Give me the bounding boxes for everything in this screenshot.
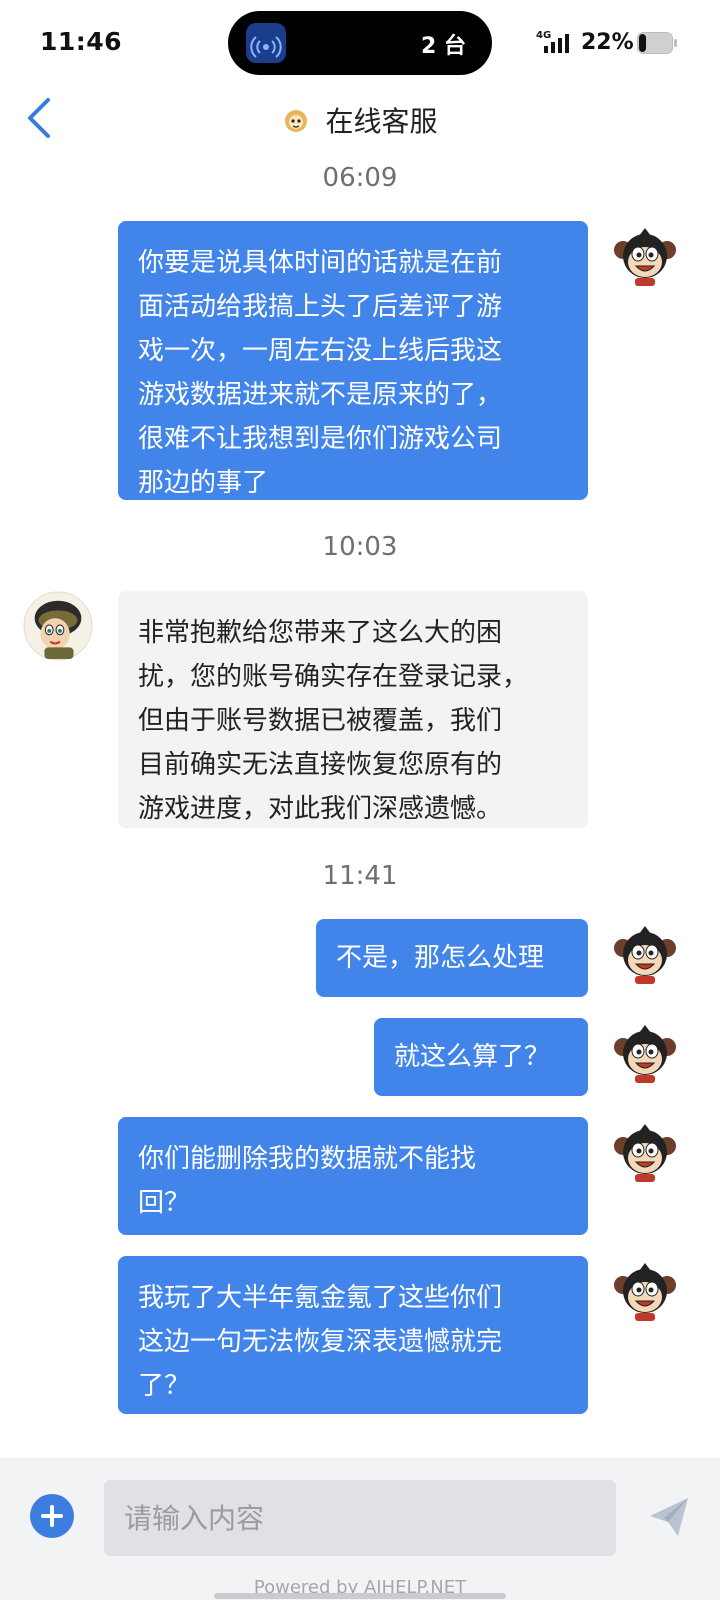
page-title: 在线客服	[325, 105, 438, 138]
message-input[interactable]	[104, 1480, 616, 1556]
message-line: 游戏数据进来就不是原来的了，	[138, 380, 503, 410]
signal-icon	[544, 34, 569, 53]
message-line: 回？	[138, 1188, 191, 1218]
battery-icon	[637, 32, 677, 54]
message-line: 很难不让我想到是你们游戏公司	[138, 424, 503, 454]
support-mascot-icon	[285, 110, 308, 132]
message-line: 但由于账号数据已被覆盖，我们	[138, 706, 503, 736]
message-line: 面活动给我搞上头了后差评了游	[138, 292, 503, 322]
message-line: 非常抱歉给您带来了这么大的困	[138, 618, 503, 648]
message-line: 扰，您的账号确实存在登录记录，	[138, 662, 529, 692]
chat-timestamp: 11:41	[322, 861, 398, 891]
message-line: 目前确实无法直接恢复您原有的	[138, 750, 503, 780]
message-line: 了？	[138, 1371, 191, 1401]
message-line: 你要是说具体时间的话就是在前	[138, 248, 503, 278]
user-avatar[interactable]	[609, 1257, 681, 1329]
message-bubble-agent[interactable]: 非常抱歉给您带来了这么大的困 扰，您的账号确实存在登录记录， 但由于账号数据已被…	[118, 591, 588, 828]
status-time: 11:46	[40, 27, 123, 56]
nav-bar: 在线客服	[0, 90, 720, 150]
message-line: 游戏进度，对此我们深感遗憾。	[138, 794, 503, 824]
agent-avatar[interactable]	[23, 591, 93, 661]
island-device-count: 2 台	[421, 34, 466, 59]
message-line: 你们能删除我的数据就不能找	[138, 1144, 477, 1174]
broadcast-icon	[246, 23, 286, 63]
home-indicator[interactable]	[214, 1593, 506, 1599]
plus-circle-icon[interactable]	[30, 1494, 74, 1538]
paper-plane-icon[interactable]	[646, 1494, 692, 1540]
input-bar: Powered by AIHELP.NET	[0, 1458, 720, 1600]
user-avatar[interactable]	[609, 920, 681, 992]
user-avatar[interactable]	[609, 1118, 681, 1190]
message-bubble-user[interactable]: 你们能删除我的数据就不能找 回？	[118, 1117, 588, 1235]
message-bubble-user[interactable]: 不是，那怎么处理	[316, 919, 588, 997]
status-bar: 11:46 2 台 4G 22%	[0, 0, 720, 90]
dynamic-island[interactable]: 2 台	[228, 11, 492, 75]
message-bubble-user[interactable]: 我玩了大半年氪金氪了这些你们 这边一句无法恢复深表遗憾就完 了？	[118, 1256, 588, 1414]
chat-timestamp: 06:09	[322, 163, 398, 193]
user-avatar[interactable]	[609, 1019, 681, 1091]
message-bubble-user[interactable]: 就这么算了？	[374, 1018, 588, 1096]
message-line: 戏一次，一周左右没上线后我这	[138, 336, 503, 366]
chat-timestamp: 10:03	[322, 532, 398, 562]
message-bubble-user[interactable]: 你要是说具体时间的话就是在前 面活动给我搞上头了后差评了游 戏一次，一周左右没上…	[118, 221, 588, 500]
message-line: 我玩了大半年氪金氪了这些你们	[138, 1283, 503, 1313]
user-avatar[interactable]	[609, 222, 681, 294]
battery-percent: 22%	[581, 30, 634, 55]
message-line: 就这么算了？	[394, 1042, 551, 1072]
message-line: 那边的事了	[138, 468, 269, 498]
message-line: 这边一句无法恢复深表遗憾就完	[138, 1327, 503, 1357]
message-line: 不是，那怎么处理	[336, 943, 545, 973]
